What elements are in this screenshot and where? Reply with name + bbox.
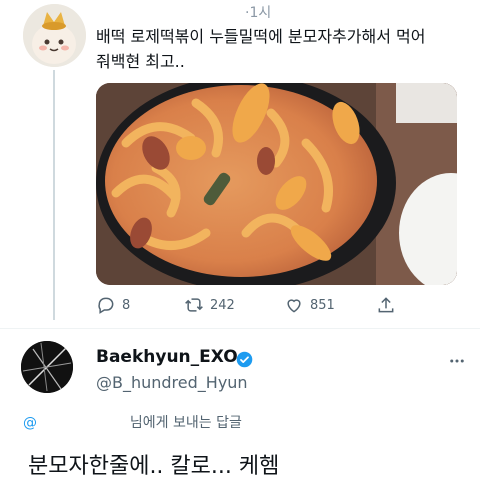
replying-to-label: 님에게 보내는 답글: [129, 415, 242, 431]
tweet-actions: 8 242 851: [96, 295, 396, 319]
reply-action[interactable]: 8: [96, 295, 130, 315]
tweet-time: ·1시: [245, 5, 272, 21]
user-handle[interactable]: @B_hundred_Hyun: [96, 373, 248, 392]
heart-icon: [287, 299, 301, 313]
replying-to: @ 님에게 보내는 답글: [23, 412, 242, 432]
avatar[interactable]: [21, 341, 73, 393]
retweet-action[interactable]: 242: [184, 295, 235, 315]
share-icon: [378, 297, 394, 313]
reply-text: 분모자한줄에.. 칼로... 케헴: [28, 454, 280, 479]
like-action[interactable]: 851: [284, 295, 335, 315]
avatar[interactable]: [23, 4, 86, 67]
tweet-text-line: 배떡 로제떡볶이 누들밀떡에 분모자추가해서 먹어: [96, 27, 426, 46]
reply-count: 8: [122, 297, 131, 313]
tweet-photo[interactable]: [96, 83, 457, 285]
like-count: 851: [310, 297, 335, 313]
share-action[interactable]: [376, 295, 396, 315]
more-options-icon[interactable]: [448, 352, 466, 370]
reply-icon: [98, 297, 114, 314]
tweet-text-line: 줘백현 최고..: [96, 52, 185, 71]
retweet-count: 242: [210, 297, 235, 313]
thread-line: [53, 70, 55, 320]
tweet-text: 배떡 로제떡볶이 누들밀떡에 분모자추가해서 먹어 줘백현 최고..: [96, 24, 466, 74]
verified-badge-icon: [236, 351, 253, 368]
reply-mention[interactable]: @: [23, 415, 37, 431]
divider: [0, 328, 480, 329]
retweet-icon: [185, 298, 203, 312]
display-name[interactable]: Baekhyun_EXO: [96, 347, 238, 367]
